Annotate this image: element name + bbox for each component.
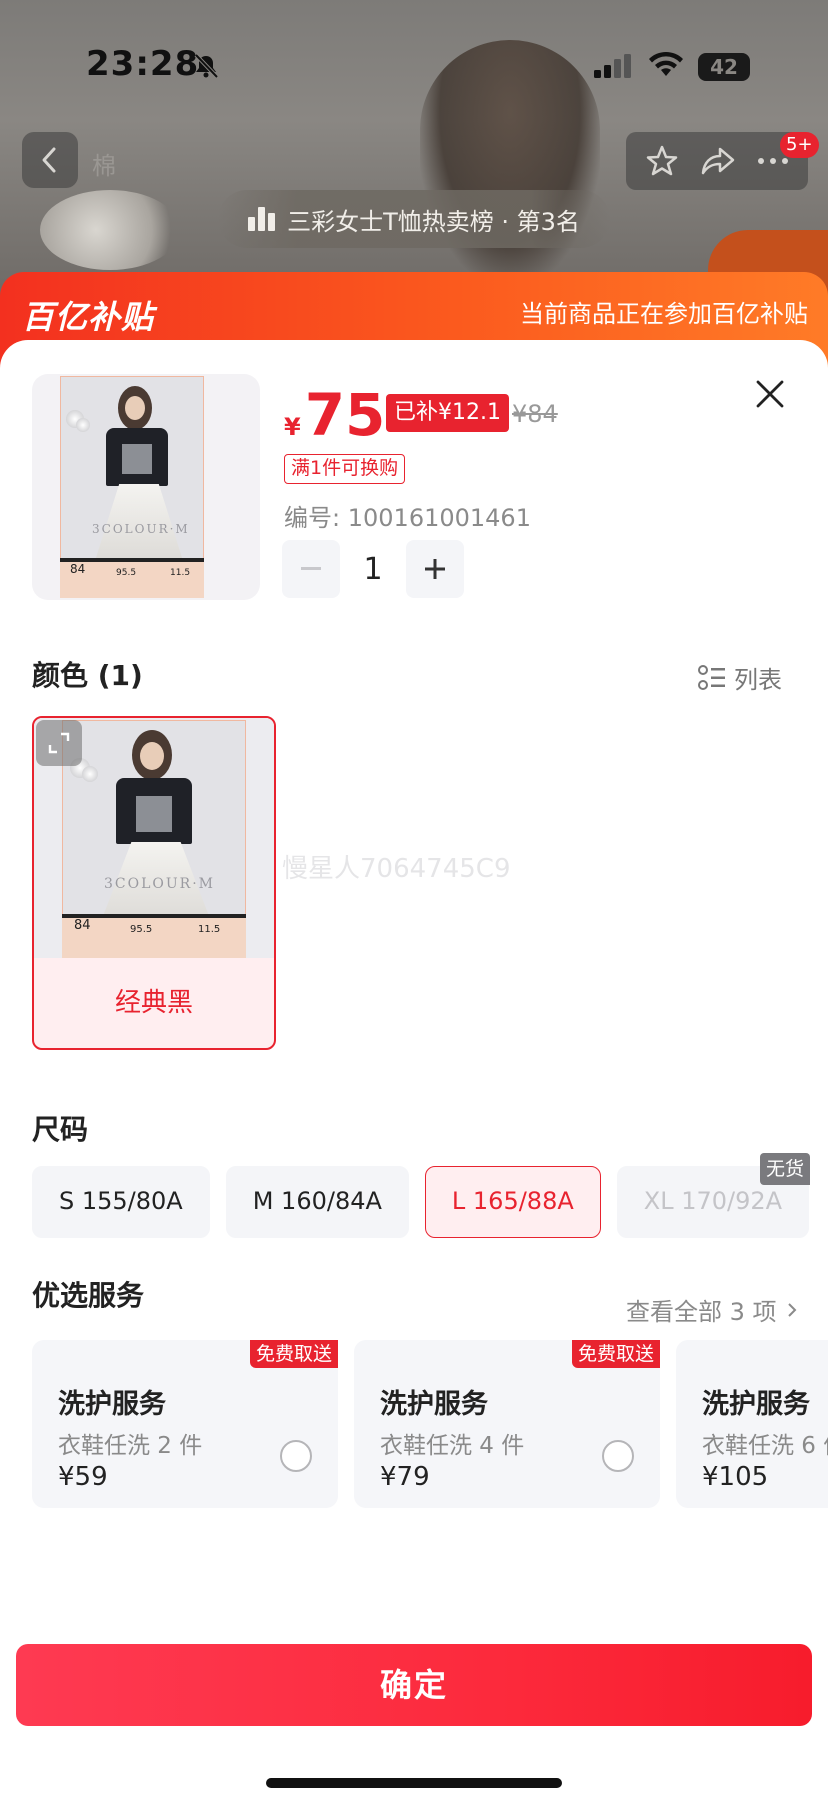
view-all-label: 查看全部 3 项: [626, 1298, 777, 1326]
service-card[interactable]: 免费取送 洗护服务 衣鞋任洗 4 件 ¥79: [354, 1340, 660, 1508]
minus-icon: [301, 567, 321, 570]
price-row: ¥ 75: [284, 386, 385, 444]
product-image-num-2: 95.5: [116, 568, 137, 578]
color-image-num-1: 84: [74, 918, 91, 933]
color-image-brand: 3COLOUR·M: [104, 876, 215, 892]
sku-label: 编号:: [284, 504, 341, 532]
subsidy-amount-tag: 已补¥12.1: [386, 394, 509, 432]
background-nav-text: 棉: [92, 152, 116, 180]
service-radio[interactable]: [280, 1440, 312, 1472]
status-bar: 23:28 42: [0, 0, 828, 130]
service-desc: 衣鞋任洗 6 件: [702, 1433, 828, 1459]
original-price: ¥84: [512, 400, 558, 428]
product-brand: 3COLOUR·M: [92, 522, 190, 536]
sku-number: 100161001461: [347, 504, 531, 532]
confirm-button[interactable]: 确定: [16, 1644, 812, 1726]
plus-icon: [425, 559, 445, 579]
size-option-m[interactable]: M 160/84A: [225, 1166, 409, 1238]
star-icon[interactable]: [645, 144, 679, 178]
free-pickup-tag: 免费取送: [571, 1340, 660, 1368]
increase-button[interactable]: [406, 540, 464, 598]
list-view-toggle[interactable]: 列表: [698, 660, 782, 695]
service-desc: 衣鞋任洗 2 件: [58, 1433, 203, 1459]
chevron-left-icon: [42, 147, 56, 173]
service-card[interactable]: 免费取送 洗护服务 衣鞋任洗 2 件 ¥59: [32, 1340, 338, 1508]
service-radio[interactable]: [602, 1440, 634, 1472]
ranking-bars-icon: [248, 207, 276, 231]
back-button[interactable]: [22, 132, 78, 188]
ranking-text: 三彩女士T恤热卖榜 · 第3名: [287, 207, 580, 236]
size-options: S 155/80A M 160/84A L 165/88A XL 170/92A…: [32, 1153, 811, 1238]
product-image-num-3: 11.5: [170, 568, 191, 578]
close-icon[interactable]: [752, 376, 788, 412]
ranking-pill[interactable]: 三彩女士T恤热卖榜 · 第3名: [218, 190, 610, 248]
promo-tag: 满1件可换购: [284, 454, 406, 484]
size-option-xl-label: XL 170/92A: [643, 1187, 783, 1215]
out-of-stock-tag: 无货: [760, 1153, 811, 1185]
price-currency: ¥: [284, 413, 301, 441]
watermark: 慢星人7064745C9: [282, 854, 511, 884]
product-image-num-1: 84: [70, 562, 86, 576]
service-price: ¥105: [702, 1462, 769, 1492]
subsidy-text: 当前商品正在参加百亿补贴: [520, 300, 808, 328]
quantity-value: 1: [363, 551, 383, 587]
wifi-icon: [649, 51, 683, 76]
color-image-num-2: 95.5: [130, 924, 153, 935]
view-all-services-link[interactable]: 查看全部 3 项: [626, 1292, 797, 1327]
status-time: 23:28: [86, 44, 200, 84]
services-carousel: 免费取送 洗护服务 衣鞋任洗 2 件 ¥59 免费取送 洗护服务 衣鞋任洗 4 …: [32, 1340, 828, 1510]
service-price: ¥59: [58, 1462, 108, 1492]
color-option-card[interactable]: 3COLOUR·M 84 95.5 11.5 经典黑: [32, 716, 276, 1050]
size-option-xl[interactable]: XL 170/92A 无货: [616, 1153, 811, 1238]
service-desc: 衣鞋任洗 4 件: [380, 1433, 525, 1459]
quantity-stepper: 1: [282, 540, 464, 598]
bell-muted-icon: [194, 53, 219, 79]
expand-icon[interactable]: [36, 720, 82, 766]
free-pickup-tag: 免费取送: [249, 1340, 338, 1368]
background-cotton-image: [40, 190, 180, 270]
size-section-title: 尺码: [32, 1113, 89, 1146]
home-indicator[interactable]: [266, 1778, 562, 1788]
share-icon[interactable]: [700, 145, 736, 177]
more-icon[interactable]: [757, 156, 789, 166]
expand-arrows-icon: [48, 732, 70, 754]
service-name: 洗护服务: [380, 1389, 488, 1420]
list-icon: [698, 664, 725, 690]
color-option-label: 经典黑: [114, 988, 193, 1018]
sku-selector-sheet: 3COLOUR·M 84 95.5 11.5 ¥ 75 已补¥12.1 ¥84 …: [0, 340, 828, 1801]
product-thumbnail[interactable]: 3COLOUR·M 84 95.5 11.5: [32, 374, 260, 600]
cellular-signal-icon: [594, 54, 631, 78]
notification-badge: 5+: [780, 132, 819, 158]
service-name: 洗护服务: [58, 1389, 166, 1420]
sku-number-line: 编号: 100161001461: [284, 498, 531, 533]
battery-indicator: 42: [698, 53, 750, 81]
subsidy-logo: 百亿补贴: [22, 298, 155, 336]
color-image-num-3: 11.5: [198, 924, 221, 935]
size-option-s[interactable]: S 155/80A: [32, 1166, 210, 1238]
color-section-title: 颜色 (1): [32, 659, 143, 692]
size-option-l[interactable]: L 165/88A: [424, 1166, 601, 1238]
service-price: ¥79: [380, 1462, 430, 1492]
price-value: 75: [304, 381, 386, 449]
product-image: 3COLOUR·M 84 95.5 11.5: [32, 374, 260, 600]
chevron-right-icon: [787, 1302, 796, 1317]
decrease-button[interactable]: [282, 540, 340, 598]
service-card[interactable]: 洗护服务 衣鞋任洗 6 件 ¥105: [676, 1340, 828, 1508]
services-section-title: 优选服务: [32, 1279, 145, 1312]
service-name: 洗护服务: [702, 1389, 810, 1420]
list-toggle-label: 列表: [734, 666, 782, 694]
